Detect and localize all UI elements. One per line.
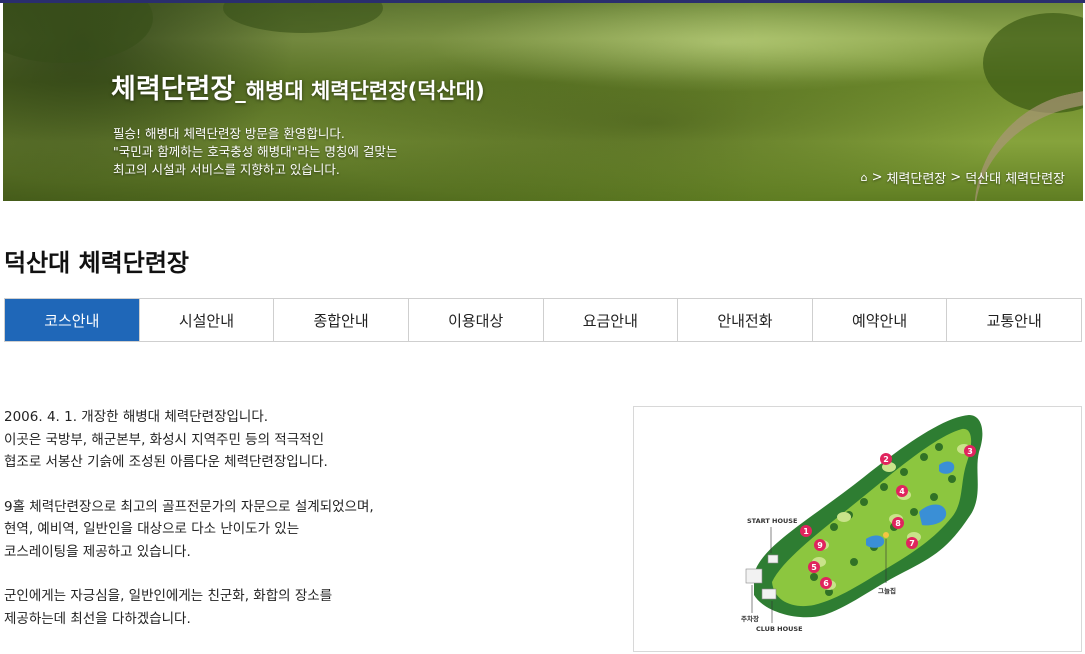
- tab-eligibility[interactable]: 이용대상: [408, 299, 544, 341]
- hole-marker-1: 1: [800, 525, 812, 537]
- hero-banner: 체력단련장_해병대 체력단련장(덕산대) 필승! 해병대 체력단련장 방문을 환…: [3, 3, 1083, 201]
- breadcrumb: ⌂ > 체력단련장 > 덕산대 체력단련장: [861, 168, 1065, 187]
- svg-text:7: 7: [909, 539, 915, 548]
- banner-desc-line: "국민과 함께하는 호국충성 해병대"라는 명칭에 걸맞는: [113, 144, 398, 159]
- start-house-label: START HOUSE: [747, 517, 797, 525]
- description-paragraph: 군인에게는 자긍심을, 일반인에게는 친군화, 화합의 장소를 제공하는데 최선…: [4, 588, 333, 627]
- svg-text:3: 3: [967, 447, 973, 456]
- banner-desc-line: 필승! 해병대 체력단련장 방문을 환영합니다.: [113, 126, 345, 141]
- description-paragraph: 9홀 체력단련장으로 최고의 골프전문가의 자문으로 설계되었으며, 현역, 예…: [4, 498, 374, 560]
- home-icon[interactable]: ⌂: [861, 171, 868, 184]
- svg-text:2: 2: [883, 455, 889, 464]
- banner-desc-line: 최고의 시설과 서비스를 지향하고 있습니다.: [113, 162, 340, 177]
- tab-reservation[interactable]: 예약안내: [812, 299, 948, 341]
- svg-text:5: 5: [811, 563, 817, 572]
- svg-text:1: 1: [803, 527, 809, 536]
- breadcrumb-separator: >: [871, 170, 883, 185]
- svg-text:9: 9: [817, 541, 823, 550]
- hole-marker-6: 6: [820, 577, 832, 589]
- description-paragraph: 2006. 4. 1. 개장한 해병대 체력단련장입니다. 이곳은 국방부, 해…: [4, 409, 328, 470]
- hole-marker-4: 4: [896, 485, 908, 497]
- banner-title-sub: _해병대 체력단련장(덕산대): [235, 79, 485, 103]
- breadcrumb-item-1[interactable]: 체력단련장: [886, 168, 946, 187]
- hole-marker-3: 3: [964, 445, 976, 457]
- start-house-icon: [767, 554, 779, 564]
- hole-marker-8: 8: [892, 517, 904, 529]
- course-map-illustration: 3 2 4 8 7 1 9 5 6 START HOUSE 주차장 CLUB H…: [741, 415, 983, 633]
- tab-directions[interactable]: 교통안내: [947, 299, 1081, 341]
- tab-contact[interactable]: 안내전화: [678, 299, 813, 341]
- tab-course-guide[interactable]: 코스안내: [5, 299, 140, 341]
- water-hazard: [866, 535, 885, 548]
- hole-marker-7: 7: [906, 537, 918, 549]
- hole-marker-9: 9: [814, 539, 826, 551]
- svg-text:6: 6: [823, 579, 829, 588]
- club-house-icon: [761, 588, 777, 600]
- club-house-label: CLUB HOUSE: [756, 625, 803, 633]
- breadcrumb-item-2[interactable]: 덕산대 체력단련장: [965, 168, 1065, 187]
- banner-title: 체력단련장_해병대 체력단련장(덕산대): [111, 67, 485, 106]
- hole-marker-2: 2: [880, 453, 892, 465]
- tab-fees[interactable]: 요금안내: [543, 299, 679, 341]
- parking-label: 주차장: [741, 614, 759, 623]
- svg-text:4: 4: [899, 487, 905, 496]
- hole-marker-5: 5: [808, 561, 820, 573]
- banner-description: 필승! 해병대 체력단련장 방문을 환영합니다. "국민과 함께하는 호국충성 …: [113, 125, 397, 179]
- tab-facility-guide[interactable]: 시설안내: [139, 299, 275, 341]
- parking-building-icon: [745, 568, 763, 584]
- tab-bar: 코스안내 시설안내 종합안내 이용대상 요금안내 안내전화 예약안내 교통안내: [4, 298, 1082, 342]
- breadcrumb-separator: >: [950, 170, 962, 185]
- course-map-frame: 3 2 4 8 7 1 9 5 6 START HOUSE 주차장 CLUB H…: [633, 406, 1082, 652]
- svg-text:8: 8: [895, 519, 901, 528]
- tab-general-guide[interactable]: 종합안내: [274, 299, 409, 341]
- course-description: 2006. 4. 1. 개장한 해병대 체력단련장입니다. 이곳은 국방부, 해…: [4, 406, 604, 652]
- banner-title-main: 체력단련장: [111, 74, 236, 105]
- page-title: 덕산대 체력단련장: [4, 249, 189, 277]
- shelter-label: 그늘집: [878, 586, 896, 595]
- shelter-icon: [883, 532, 889, 538]
